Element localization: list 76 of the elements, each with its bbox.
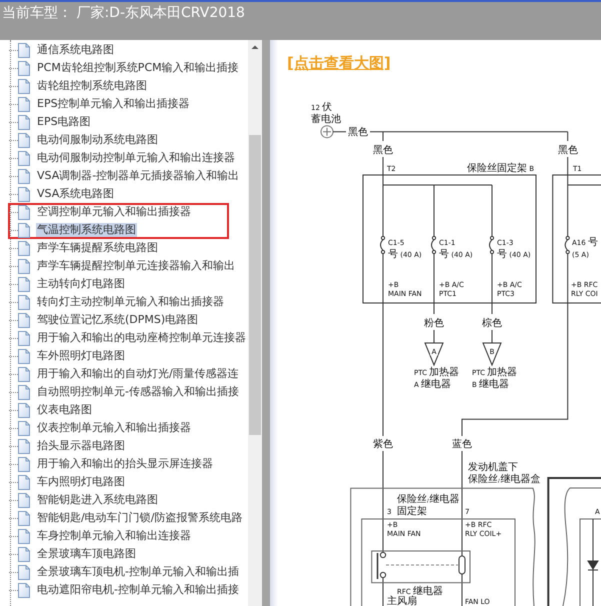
document-icon [18, 258, 30, 274]
document-icon [18, 474, 30, 490]
document-icon [18, 330, 30, 346]
tree-item[interactable]: 声学车辆提醒系统电路图 [36, 241, 159, 255]
document-icon [18, 564, 30, 580]
diagram-label: 蓝色 [452, 439, 472, 450]
document-icon [18, 204, 30, 220]
document-icon [18, 582, 30, 598]
tree-item[interactable]: 车身控制单元输入和输出连接器 [36, 529, 192, 543]
document-icon [18, 402, 30, 418]
document-icon [18, 186, 30, 202]
tree-item[interactable]: 全景玻璃车顶电路图 [36, 547, 137, 561]
diagram-label: 蓄电池 [311, 114, 341, 125]
tree-item[interactable]: 仪表控制单元输入和输出插接器 [36, 421, 192, 435]
document-icon [18, 420, 30, 436]
diagram-label: 黑色 [373, 145, 393, 156]
tree-item[interactable]: 用于输入和输出的自动灯光/雨量传感器连 [36, 367, 240, 381]
document-icon [18, 240, 30, 256]
tree-item[interactable]: 车内照明灯电路图 [36, 475, 126, 489]
tree-item[interactable]: 主动转向灯电路图 [36, 277, 126, 291]
diagram-label: 粉色 [424, 318, 444, 329]
document-icon [18, 312, 30, 328]
document-icon [18, 510, 30, 526]
tree-item[interactable]: 转向灯主动控制单元输入和输出插接器 [36, 295, 225, 309]
document-icon [18, 294, 30, 310]
tree-item[interactable]: 抬头显示器电路图 [36, 439, 126, 453]
diagram-label: 紫色 [373, 439, 393, 450]
tree-item[interactable]: 全景玻璃车顶电机-控制单元输入和输出插 [36, 565, 240, 579]
tree-item[interactable]: 电动遮阳帘电机-控制单元输入和输出插接 [36, 583, 240, 597]
tree-item[interactable]: 智能钥匙/电动车门门锁/防盗报警系统电路 [36, 511, 244, 525]
tree-item[interactable]: 仪表电路图 [36, 403, 93, 417]
document-icon [18, 528, 30, 544]
document-icon [18, 42, 30, 58]
document-icon [18, 114, 30, 130]
document-icon [18, 348, 30, 364]
tree-item[interactable]: 用于输入和输出的电动座椅控制单元连接器 [36, 331, 247, 345]
tree-item[interactable]: 车外照明灯电路图 [36, 349, 126, 363]
diagram-label: 发动机盖下 [468, 462, 518, 473]
document-icon [18, 276, 30, 292]
tree-item[interactable]: 自动照明控制单元-传感器输入和输出插接 [36, 385, 240, 399]
tree-item[interactable]: 驾驶位置记忆系统(DPMS)电路图 [36, 313, 200, 327]
document-icon [18, 96, 30, 112]
diagram-label: 黑色 [348, 127, 368, 138]
document-icon [18, 366, 30, 382]
tree-item[interactable]: 空调控制单元输入和输出插接器 [36, 205, 192, 219]
diagram-label: 主风扇 [387, 596, 417, 606]
document-icon [18, 168, 30, 184]
diagram-label: 黑色 [558, 145, 578, 156]
tree-item[interactable]: 气温控制系统电路图 [36, 223, 137, 237]
tree-item[interactable]: 智能钥匙进入系统电路图 [36, 493, 159, 507]
document-icon [18, 60, 30, 76]
tree-item[interactable]: EPS控制单元输入和输出插接器 [36, 97, 191, 111]
document-icon [18, 132, 30, 148]
document-icon [18, 78, 30, 94]
document-icon [18, 546, 30, 562]
scrollbar-thumb[interactable] [249, 135, 261, 435]
document-icon [18, 222, 30, 238]
document-icon [18, 438, 30, 454]
tree-item[interactable]: 齿轮组控制系统电路图 [36, 79, 148, 93]
document-icon [18, 150, 30, 166]
tree-item[interactable]: 声学车辆提醒控制单元连接器输入和输出 [36, 259, 236, 273]
diagram-label: 棕色 [482, 318, 502, 329]
document-icon [18, 384, 30, 400]
tree-item[interactable]: VSA系统电路图 [36, 187, 116, 201]
document-icon [18, 492, 30, 508]
tree-item[interactable]: 电动伺服制动控制单元输入和输出连接器 [36, 151, 236, 165]
tree-item[interactable]: 通信系统电路图 [36, 43, 115, 57]
vehicle-title: 当前车型： 厂家:D-东风本田CRV2018 [2, 5, 245, 21]
tree-item[interactable]: 用于输入和输出的抬头显示屏连接器 [36, 457, 214, 471]
tree-item[interactable]: PCM齿轮组控制系统PCM输入和输出插接 [36, 61, 240, 75]
diagram-label: 固定架 [397, 506, 427, 517]
tree-item[interactable]: VSA调制器-控制器单元插接器输入和输出 [36, 169, 240, 183]
tree-item[interactable]: EPS电路图 [36, 115, 92, 129]
document-icon [18, 456, 30, 472]
tree-item[interactable]: 电动伺服制动系统电路图 [36, 133, 159, 147]
scrollbar[interactable] [248, 40, 262, 606]
